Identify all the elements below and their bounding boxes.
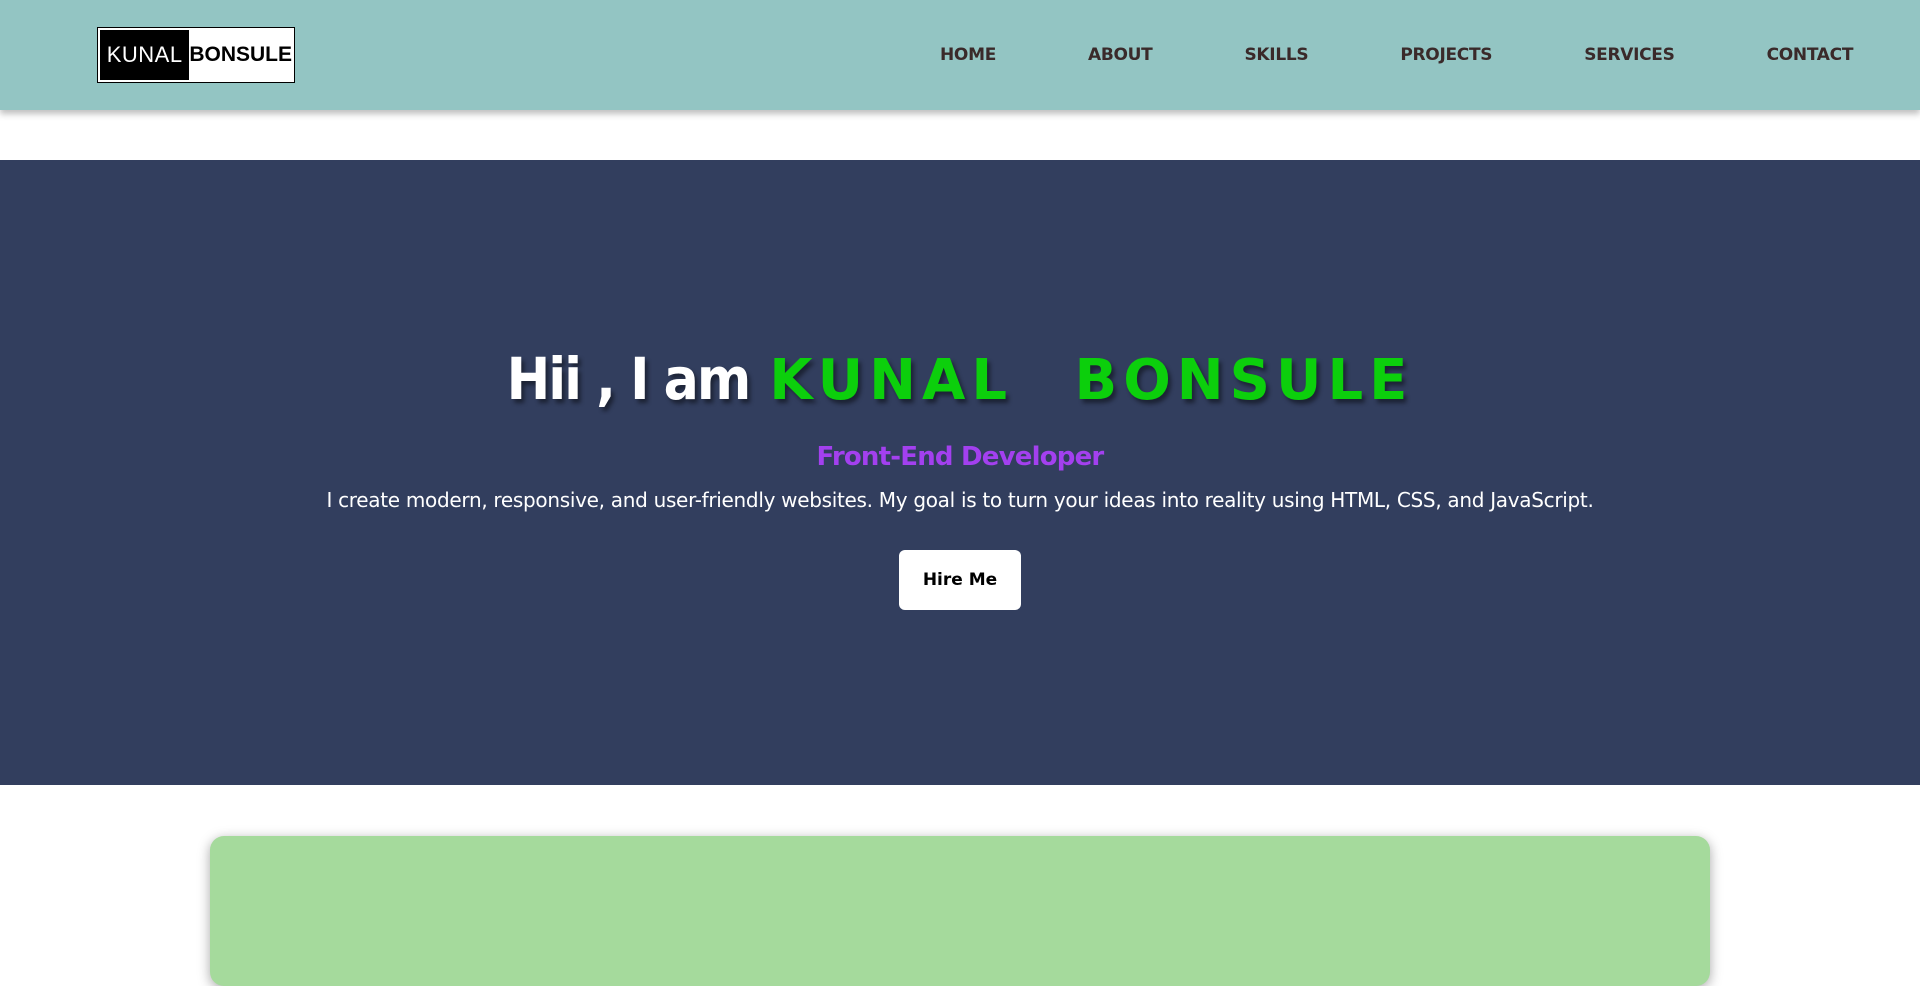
nav-link-services[interactable]: SERVICES [1584, 45, 1675, 65]
hero-heading: Hii , I am KUNAL BONSULE [0, 345, 1920, 413]
hire-me-button[interactable]: Hire Me [899, 550, 1021, 610]
logo-last-name: BONSULE [189, 43, 292, 66]
about-card [210, 836, 1710, 986]
hero-section: Hii , I am KUNAL BONSULE Front-End Devel… [0, 160, 1920, 785]
nav-link-projects[interactable]: PROJECTS [1400, 45, 1492, 65]
hero-greeting: Hii , I am [506, 345, 752, 413]
navbar: KUNAL BONSULE HOME ABOUT SKILLS PROJECTS… [0, 0, 1920, 110]
nav-link-contact[interactable]: CONTACT [1767, 45, 1854, 65]
hero-role: Front-End Developer [816, 442, 1105, 472]
nav-link-home[interactable]: HOME [940, 45, 996, 65]
nav-link-skills[interactable]: SKILLS [1244, 45, 1308, 65]
hero-description: I create modern, responsive, and user-fr… [326, 488, 1594, 512]
nav-link-about[interactable]: ABOUT [1088, 45, 1153, 65]
nav-menu: HOME ABOUT SKILLS PROJECTS SERVICES CONT… [940, 0, 1853, 110]
logo-first-name: KUNAL [100, 30, 190, 80]
site-logo[interactable]: KUNAL BONSULE [97, 27, 295, 83]
hero-name: KUNAL BONSULE [769, 348, 1414, 413]
